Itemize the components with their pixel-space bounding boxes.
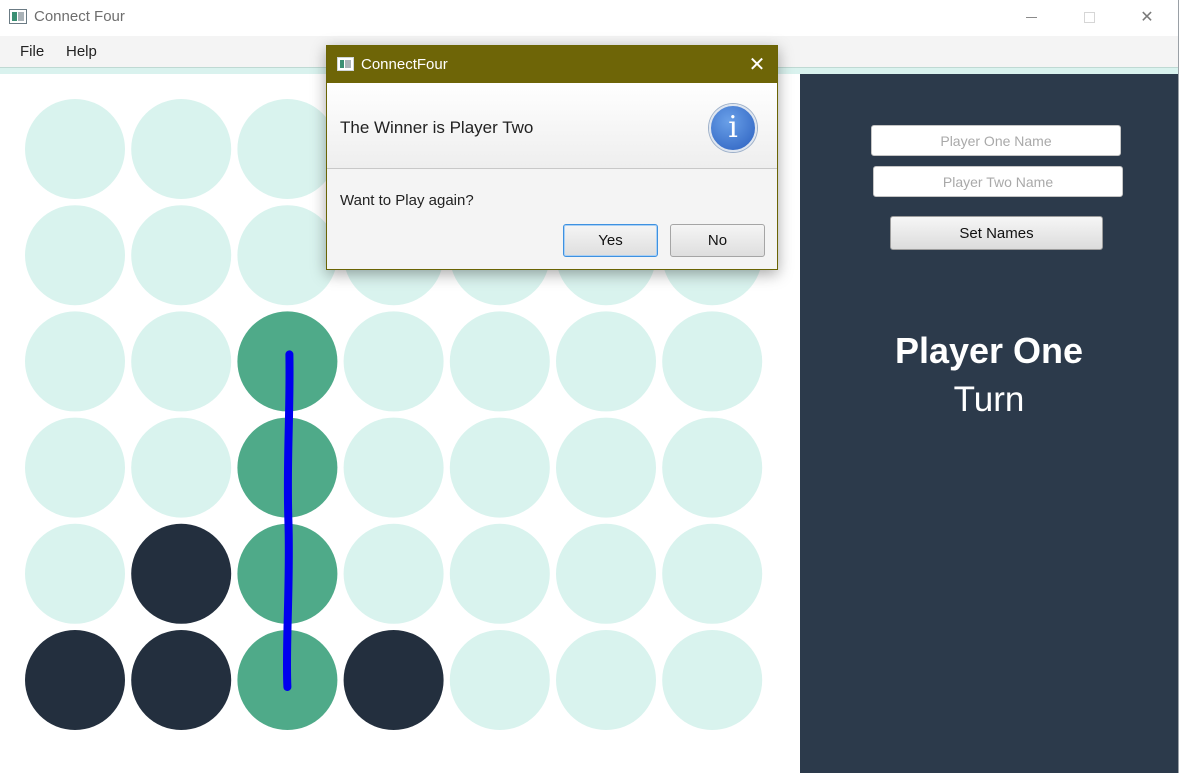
play-again-question: Want to Play again? [340, 192, 474, 209]
set-names-button[interactable]: Set Names [890, 216, 1103, 250]
dialog-title: ConnectFour [361, 56, 448, 73]
side-panel: Set Names Player One Turn [800, 74, 1178, 773]
title-bar: Connect Four ✕ [0, 0, 1182, 36]
minimize-icon [1025, 16, 1037, 18]
turn-label: Turn [953, 380, 1025, 419]
empty-slot[interactable] [343, 523, 444, 624]
empty-slot[interactable] [25, 99, 125, 199]
close-button[interactable]: ✕ [1124, 2, 1170, 32]
yes-button[interactable]: Yes [563, 224, 658, 257]
empty-slot[interactable] [237, 205, 338, 306]
dialog-header: The Winner is Player Two i [327, 83, 777, 169]
winning-line [282, 350, 294, 691]
player-two-disc[interactable] [25, 630, 125, 730]
window-title: Connect Four [34, 8, 125, 25]
player-two-disc[interactable] [131, 523, 232, 624]
empty-slot[interactable] [343, 417, 444, 518]
empty-slot[interactable] [237, 99, 338, 199]
empty-slot[interactable] [449, 311, 550, 412]
empty-slot[interactable] [131, 417, 232, 518]
info-icon: i [709, 104, 757, 152]
empty-slot[interactable] [449, 417, 550, 518]
player-two-name-input[interactable] [873, 166, 1123, 197]
menu-file[interactable]: File [20, 43, 44, 60]
player-two-disc[interactable] [131, 630, 232, 730]
player-two-disc[interactable] [343, 630, 444, 730]
winner-dialog: ConnectFour ✕ The Winner is Player Two i… [326, 45, 778, 270]
no-button[interactable]: No [670, 224, 765, 257]
menu-help[interactable]: Help [66, 43, 97, 60]
dialog-app-icon [337, 57, 354, 71]
empty-slot[interactable] [662, 630, 763, 730]
empty-slot[interactable] [25, 311, 125, 412]
dialog-close-icon[interactable]: ✕ [743, 51, 771, 79]
empty-slot[interactable] [556, 523, 656, 624]
empty-slot[interactable] [25, 523, 125, 624]
empty-slot[interactable] [662, 311, 763, 412]
turn-player-label: Player One [894, 330, 1084, 371]
empty-slot[interactable] [25, 417, 125, 518]
empty-slot[interactable] [343, 311, 444, 412]
empty-slot[interactable] [449, 630, 550, 730]
empty-slot[interactable] [556, 630, 656, 730]
empty-slot[interactable] [556, 417, 656, 518]
empty-slot[interactable] [131, 205, 232, 306]
maximize-icon [1083, 11, 1095, 23]
empty-slot[interactable] [556, 311, 656, 412]
winner-message: The Winner is Player Two [340, 118, 534, 137]
maximize-button[interactable] [1066, 2, 1112, 32]
empty-slot[interactable] [131, 99, 232, 199]
app-window: Connect Four ✕ File Help Set Names Playe… [0, 0, 1182, 773]
empty-slot[interactable] [131, 311, 232, 412]
empty-slot[interactable] [449, 523, 550, 624]
window-edge [1178, 0, 1182, 773]
app-icon [9, 9, 27, 24]
empty-slot[interactable] [662, 417, 763, 518]
dialog-title-bar: ConnectFour ✕ [327, 46, 777, 83]
close-icon: ✕ [1140, 9, 1154, 26]
player-one-name-input[interactable] [871, 125, 1121, 156]
empty-slot[interactable] [25, 205, 125, 306]
empty-slot[interactable] [662, 523, 763, 624]
minimize-button[interactable] [1008, 2, 1054, 32]
